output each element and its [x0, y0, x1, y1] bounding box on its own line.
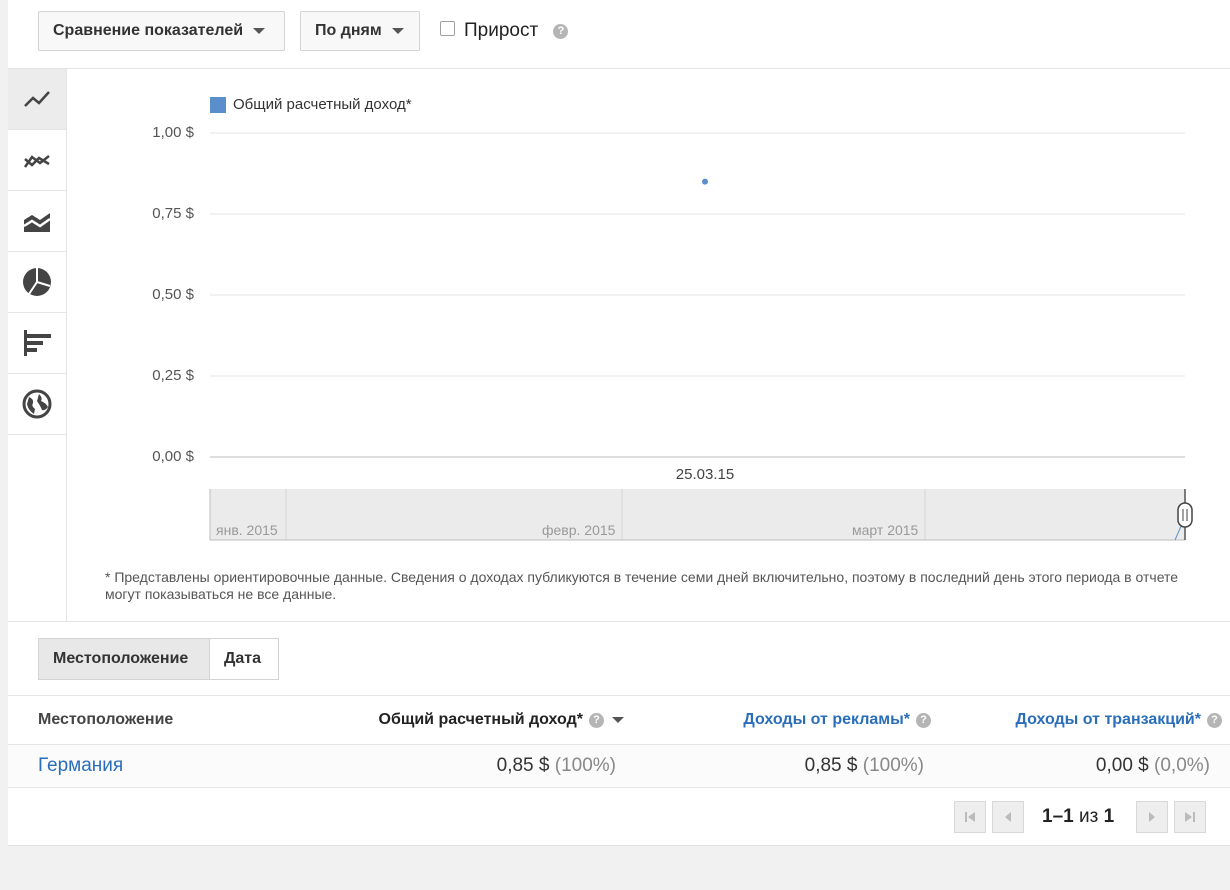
ads-revenue-cell: 0,85 $ (100%): [805, 755, 924, 777]
help-icon[interactable]: ?: [1207, 712, 1222, 728]
compare-metrics-label: Сравнение показателей: [53, 22, 244, 39]
first-page-icon: [965, 812, 975, 822]
area-chart-icon: [23, 213, 51, 232]
chart-type-sidebar: [8, 69, 67, 621]
timeline-label: янв. 2015: [216, 522, 278, 538]
ads-revenue-value: 0,85 $: [804, 755, 858, 776]
ads-revenue-pct: (100%): [862, 755, 924, 776]
column-header-total-label: Общий расчетный доход*: [378, 711, 584, 728]
total-revenue-value: 0,85 $: [496, 755, 550, 776]
tab-location[interactable]: Местоположение: [38, 638, 210, 680]
bar-chart-button[interactable]: [8, 313, 66, 374]
column-header-total[interactable]: Общий расчетный доход* ?: [378, 711, 624, 729]
chevron-down-icon: [253, 28, 266, 34]
timeline-label: март 2015: [852, 522, 919, 538]
report-panel: Сравнение показателей По дням Прирост ?: [8, 0, 1230, 846]
plot-svg: 25.03.15 янв. 2015 февр. 2015 март 2015: [209, 132, 1193, 541]
period-label: По дням: [315, 22, 382, 39]
next-page-icon: [1149, 812, 1155, 822]
pie-chart-button[interactable]: [8, 252, 66, 313]
sort-desc-icon: [612, 717, 624, 723]
column-header-ads[interactable]: Доходы от рекламы* ?: [743, 711, 931, 729]
timeline-label: февр. 2015: [542, 522, 616, 538]
location-link[interactable]: Германия: [38, 755, 123, 777]
transactions-revenue-value: 0,00 $: [1095, 755, 1149, 776]
chevron-down-icon: [391, 28, 404, 34]
pagination-of: из: [1078, 806, 1099, 827]
map-chart-button[interactable]: [8, 374, 66, 435]
help-icon[interactable]: ?: [916, 712, 931, 728]
timeline-handle[interactable]: [1177, 502, 1193, 528]
first-page-button[interactable]: [954, 801, 986, 833]
area-chart-button[interactable]: [8, 191, 66, 252]
column-header-location[interactable]: Местоположение: [38, 711, 173, 729]
growth-label: Прирост ?: [464, 20, 569, 42]
bar-chart-icon: [24, 330, 51, 356]
column-header-ads-label: Доходы от рекламы*: [743, 711, 910, 728]
help-icon[interactable]: ?: [589, 712, 604, 728]
column-header-transactions-label: Доходы от транзакций*: [1015, 711, 1201, 728]
growth-checkbox[interactable]: [440, 21, 455, 36]
data-point[interactable]: [702, 178, 708, 185]
estimate-note: * Представлены ориентировочные данные. С…: [105, 569, 1179, 602]
period-dropdown[interactable]: По дням: [300, 11, 420, 51]
compare-metrics-dropdown[interactable]: Сравнение показателей: [38, 11, 285, 51]
line-chart-button[interactable]: [8, 69, 66, 130]
prev-page-button[interactable]: [992, 801, 1024, 833]
x-tick-label: 25.03.15: [676, 466, 734, 483]
next-page-button[interactable]: [1136, 801, 1168, 833]
column-header-transactions[interactable]: Доходы от транзакций* ?: [1015, 711, 1222, 729]
multi-line-chart-icon: [23, 155, 50, 168]
last-page-icon: [1185, 812, 1195, 822]
dimension-tabs: Местоположение Дата: [8, 621, 1230, 696]
pagination-range: 1–1: [1042, 806, 1074, 827]
last-page-button[interactable]: [1174, 801, 1206, 833]
toolbar: Сравнение показателей По дням Прирост ?: [8, 0, 1230, 69]
transactions-revenue-cell: 0,00 $ (0,0%): [1096, 755, 1210, 777]
table-header: Местоположение Общий расчетный доход* ? …: [8, 695, 1230, 745]
table-row: Германия 0,85 $ (100%) 0,85 $ (100%) 0,0…: [8, 745, 1230, 788]
prev-page-icon: [1005, 812, 1011, 822]
chart-area: Общий расчетный доход* 1,00 $ 0,75 $ 0,5…: [67, 69, 1230, 621]
total-revenue-cell: 0,85 $ (100%): [497, 755, 616, 777]
pagination-total: 1: [1103, 806, 1115, 827]
timeline-navigator[interactable]: [210, 489, 1185, 540]
help-icon[interactable]: ?: [553, 23, 569, 39]
growth-label-text: Прирост: [464, 20, 539, 41]
multi-line-chart-button[interactable]: [8, 130, 66, 191]
tab-date[interactable]: Дата: [209, 638, 279, 680]
total-revenue-pct: (100%): [554, 755, 616, 776]
transactions-revenue-pct: (0,0%): [1154, 755, 1210, 776]
pagination-status: 1–1 из 1: [1042, 806, 1114, 828]
pie-chart-icon: [23, 268, 51, 296]
globe-icon: [22, 389, 52, 419]
line-chart-icon: [24, 91, 50, 107]
